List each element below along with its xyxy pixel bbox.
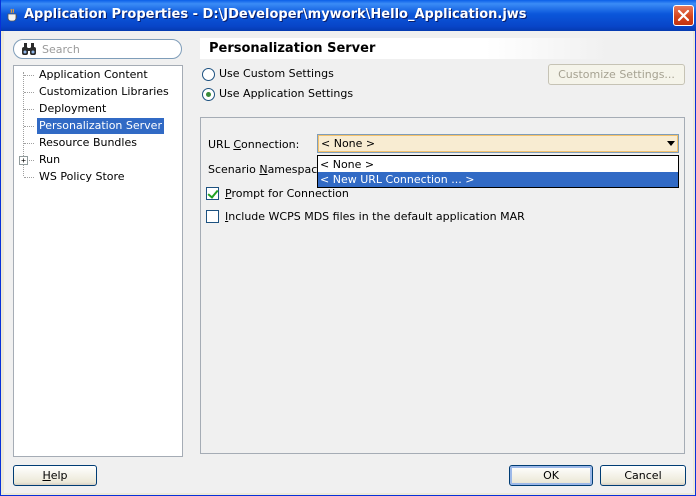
include-wcps-mds-checkbox[interactable] — [206, 210, 219, 223]
search-box[interactable] — [13, 39, 182, 59]
tree-item-run[interactable]: Run — [24, 152, 64, 168]
search-input[interactable] — [42, 42, 172, 56]
settings-panel: Personalization Server Use Custom Settin… — [200, 38, 689, 458]
expand-plus-icon[interactable]: + — [19, 156, 28, 165]
page-title: Personalization Server — [209, 41, 376, 56]
chevron-down-icon[interactable] — [667, 141, 675, 146]
prompt-for-connection-checkbox-row[interactable]: Prompt for Connection — [206, 186, 506, 202]
cancel-button[interactable]: Cancel — [600, 465, 686, 486]
include-wcps-mds-checkbox-row[interactable]: Include WCPS MDS files in the default ap… — [206, 209, 676, 225]
tree-item-resource-bundles[interactable]: Resource Bundles — [24, 135, 141, 151]
close-icon — [677, 9, 690, 22]
title-bar[interactable]: Application Properties - D:\JDeveloper\m… — [1, 0, 696, 31]
scenario-namespace-label: Scenario Namespace: — [208, 163, 328, 176]
radio-use-application-settings[interactable]: Use Application Settings — [202, 87, 402, 103]
tree-item-application-content[interactable]: Application Content — [24, 67, 152, 83]
ok-button[interactable]: OK — [509, 465, 593, 486]
binoculars-icon — [22, 43, 36, 55]
url-connection-value: < None > — [321, 137, 376, 150]
tree-item-customization-libraries[interactable]: Customization Libraries — [24, 84, 173, 100]
navigation-tree[interactable]: Application Content Customization Librar… — [13, 65, 183, 457]
radio-custom-label: Use Custom Settings — [219, 67, 334, 80]
tree-item-personalization-server[interactable]: Personalization Server — [24, 118, 166, 134]
url-connection-dropdown-list[interactable]: < None > < New URL Connection ... > — [317, 155, 679, 188]
panel-header: Personalization Server — [200, 38, 608, 59]
radio-use-custom-settings[interactable]: Use Custom Settings — [202, 67, 402, 83]
radio-button[interactable] — [202, 68, 215, 81]
prompt-for-connection-checkbox[interactable] — [206, 187, 219, 200]
dropdown-option-new-url-connection[interactable]: < New URL Connection ... > — [318, 172, 678, 187]
url-connection-label: URL Connection: — [208, 138, 300, 151]
customize-settings-button[interactable]: Customize Settings... — [548, 64, 685, 85]
window-title: Application Properties - D:\JDeveloper\m… — [24, 7, 527, 22]
dropdown-option-none[interactable]: < None > — [318, 157, 678, 172]
tree-item-deployment[interactable]: Deployment — [24, 101, 110, 117]
radio-app-label: Use Application Settings — [219, 87, 354, 100]
url-connection-combo[interactable]: < None > — [317, 134, 679, 153]
close-button[interactable] — [673, 5, 694, 26]
help-button[interactable]: Help — [13, 465, 97, 486]
tree-item-ws-policy-store[interactable]: WS Policy Store — [24, 169, 129, 185]
radio-button-checked[interactable] — [202, 88, 215, 101]
dialog-body: Application Content Customization Librar… — [4, 31, 693, 493]
application-properties-dialog: Application Properties - D:\JDeveloper\m… — [0, 0, 696, 496]
coffee-cup-icon — [7, 8, 18, 22]
